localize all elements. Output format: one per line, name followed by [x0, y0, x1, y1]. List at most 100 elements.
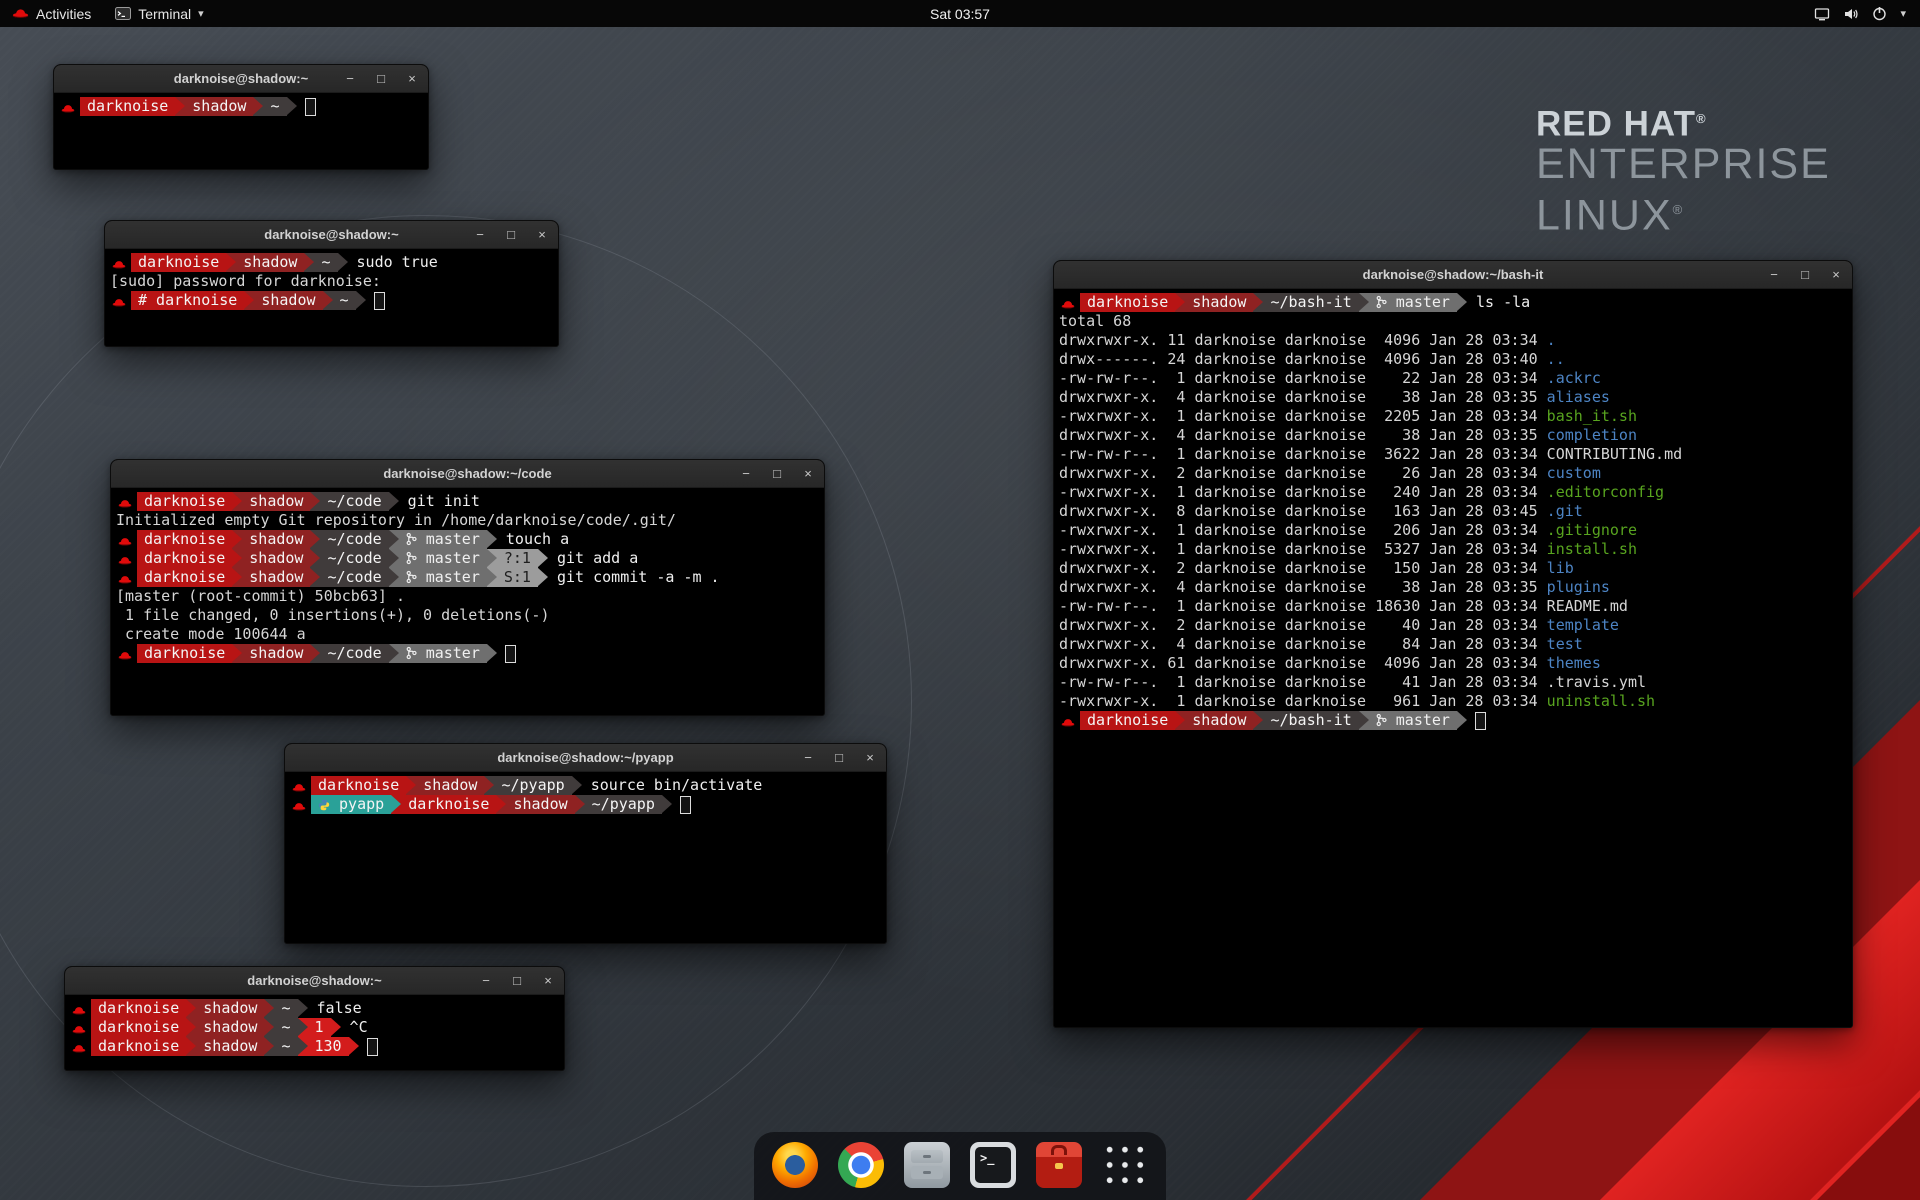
minimize-button[interactable]: −	[479, 974, 493, 988]
terminal-text: .	[1547, 331, 1556, 349]
terminal-glyph: >_	[980, 1151, 994, 1165]
window-titlebar[interactable]: darknoise@shadow:~ − □ ×	[54, 65, 428, 93]
close-button[interactable]: ×	[801, 467, 815, 481]
window-title: darknoise@shadow:~/pyapp	[497, 750, 673, 765]
prompt-segment-path: ~/bash-it	[1263, 293, 1358, 312]
terminal-content[interactable]: darknoiseshadow~/pyapp source bin/activa…	[285, 772, 886, 943]
clock[interactable]: Sat 03:57	[0, 6, 1920, 22]
redhat-prompt-icon	[59, 97, 78, 116]
dock-firefox-icon[interactable]	[772, 1142, 818, 1188]
window-titlebar[interactable]: darknoise@shadow:~ − □ ×	[105, 221, 558, 249]
minimize-button[interactable]: −	[739, 467, 753, 481]
window-titlebar[interactable]: darknoise@shadow:~/pyapp − □ ×	[285, 744, 886, 772]
terminal-line: darknoiseshadow~/bash-it master	[1059, 711, 1847, 730]
maximize-button[interactable]: □	[504, 228, 518, 242]
dock-files-icon[interactable]	[904, 1142, 950, 1188]
prompt-segment-path: ~/code	[320, 530, 388, 549]
terminal-line: -rwxrwxr-x. 1 darknoise darknoise 961 Ja…	[1059, 692, 1847, 711]
terminal-line: pyappdarknoiseshadow~/pyapp	[290, 795, 881, 814]
terminal-content[interactable]: darknoiseshadow~	[54, 93, 428, 169]
prompt-segment-user: darknoise	[401, 795, 496, 814]
window-titlebar[interactable]: darknoise@shadow:~/code − □ ×	[111, 460, 824, 488]
prompt-segment-host: shadow	[196, 999, 264, 1018]
prompt-segment-path: ~/code	[320, 568, 388, 587]
prompt-segment-user: # darknoise	[131, 291, 244, 310]
maximize-button[interactable]: □	[1798, 268, 1812, 282]
powerline-arrow-icon	[186, 1018, 196, 1037]
terminal-text: git commit -a -m .	[548, 568, 720, 586]
terminal-text: false	[308, 999, 362, 1017]
close-button[interactable]: ×	[535, 228, 549, 242]
window-buttons: − □ ×	[739, 460, 815, 487]
redhat-prompt-icon	[116, 549, 135, 568]
terminal-text: themes	[1547, 654, 1601, 672]
terminal-text: create mode 100644 a	[116, 625, 306, 643]
close-button[interactable]: ×	[541, 974, 555, 988]
terminal-app-icon	[115, 7, 131, 20]
terminal-line: -rwxrwxr-x. 1 darknoise darknoise 2205 J…	[1059, 407, 1847, 426]
dock-chrome-icon[interactable]	[838, 1142, 884, 1188]
terminal-text: bash_it.sh	[1547, 407, 1637, 425]
close-button[interactable]: ×	[863, 751, 877, 765]
redhat-prompt-icon	[70, 999, 89, 1018]
terminal-line: drwx------. 24 darknoise darknoise 4096 …	[1059, 350, 1847, 369]
maximize-button[interactable]: □	[374, 72, 388, 86]
dock-terminal-icon[interactable]: >_	[970, 1142, 1016, 1188]
prompt-segment-host: shadow	[242, 492, 310, 511]
terminal-content[interactable]: darknoiseshadow~/bash-it master ls -lato…	[1054, 289, 1852, 1027]
window-titlebar[interactable]: darknoise@shadow:~/bash-it − □ ×	[1054, 261, 1852, 289]
redhat-prompt-icon	[290, 795, 309, 814]
dock-app-grid-icon[interactable]	[1102, 1142, 1148, 1188]
prompt-segment-host: shadow	[242, 530, 310, 549]
volume-icon	[1843, 7, 1859, 21]
terminal-line: -rw-rw-r--. 1 darknoise darknoise 41 Jan…	[1059, 673, 1847, 692]
app-menu-label: Terminal	[138, 6, 191, 22]
close-button[interactable]: ×	[1829, 268, 1843, 282]
powerline-arrow-icon	[356, 291, 366, 310]
prompt-segment-path: ~	[314, 253, 337, 272]
terminal-window: darknoise@shadow:~ − □ × darknoiseshadow…	[104, 220, 559, 347]
close-button[interactable]: ×	[405, 72, 419, 86]
maximize-button[interactable]: □	[510, 974, 524, 988]
dock-toolbox-icon[interactable]	[1036, 1142, 1082, 1188]
powerline-arrow-icon	[232, 549, 242, 568]
terminal-line: darknoiseshadow~/code masterS:1 git comm…	[116, 568, 819, 587]
terminal-text: install.sh	[1547, 540, 1637, 558]
terminal-content[interactable]: darknoiseshadow~ falsedarknoiseshadow~1 …	[65, 995, 564, 1070]
powerline-arrow-icon	[496, 795, 506, 814]
powerline-arrow-icon	[1175, 293, 1185, 312]
powerline-arrow-icon	[575, 795, 585, 814]
prompt-segment-user: darknoise	[1080, 293, 1175, 312]
terminal-content[interactable]: darknoiseshadow~/code git initInitialize…	[111, 488, 824, 715]
minimize-button[interactable]: −	[801, 751, 815, 765]
system-tray[interactable]: ▾	[1800, 0, 1920, 27]
prompt-segment-user: darknoise	[137, 568, 232, 587]
powerline-arrow-icon	[406, 776, 416, 795]
redhat-prompt-icon	[116, 568, 135, 587]
terminal-line: darknoiseshadow~ false	[70, 999, 559, 1018]
terminal-content[interactable]: darknoiseshadow~ sudo true[sudo] passwor…	[105, 249, 558, 346]
powerline-arrow-icon	[298, 1037, 308, 1056]
powerline-arrow-icon	[310, 492, 320, 511]
maximize-button[interactable]: □	[832, 751, 846, 765]
terminal-window: darknoise@shadow:~/pyapp − □ × darknoise…	[284, 743, 887, 944]
terminal-text: Initialized empty Git repository in /hom…	[116, 511, 676, 529]
app-menu-terminal[interactable]: Terminal ▾	[103, 0, 215, 27]
minimize-button[interactable]: −	[1767, 268, 1781, 282]
terminal-line: darknoiseshadow~	[59, 97, 423, 116]
terminal-line: drwxrwxr-x. 2 darknoise darknoise 150 Ja…	[1059, 559, 1847, 578]
maximize-button[interactable]: □	[770, 467, 784, 481]
terminal-text: .ackrc	[1547, 369, 1601, 387]
minimize-button[interactable]: −	[473, 228, 487, 242]
minimize-button[interactable]: −	[343, 72, 357, 86]
window-buttons: − □ ×	[479, 967, 555, 994]
prompt-segment-host: shadow	[242, 568, 310, 587]
powerline-arrow-icon	[310, 549, 320, 568]
prompt-segment-path: ~	[274, 999, 297, 1018]
terminal-line: darknoiseshadow~1 ^C	[70, 1018, 559, 1037]
terminal-line: 1 file changed, 0 insertions(+), 0 delet…	[116, 606, 819, 625]
powerline-arrow-icon	[331, 1018, 341, 1037]
powerline-arrow-icon	[349, 1037, 359, 1056]
window-titlebar[interactable]: darknoise@shadow:~ − □ ×	[65, 967, 564, 995]
activities-button[interactable]: Activities	[0, 0, 103, 27]
